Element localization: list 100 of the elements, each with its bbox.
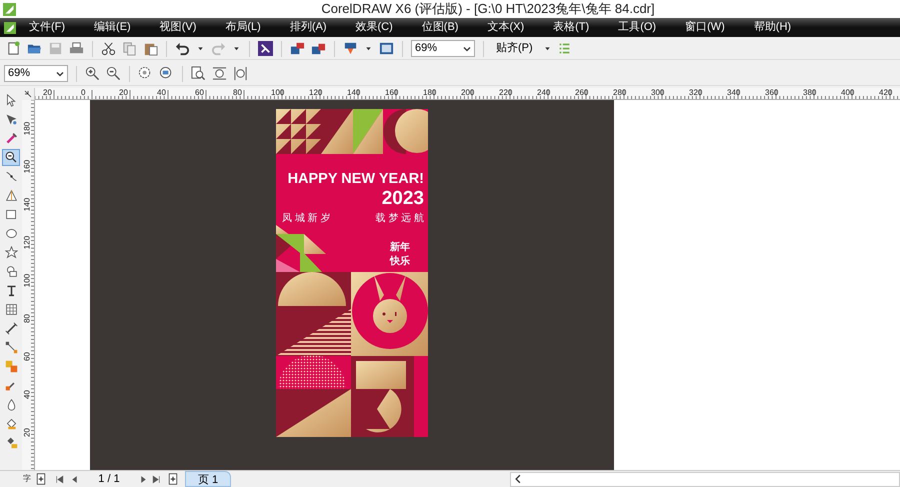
next-page-icon[interactable] xyxy=(139,474,148,484)
zoom-all-icon[interactable] xyxy=(159,66,174,81)
menu-item[interactable]: 布局(L) xyxy=(222,19,264,36)
text-tool-icon xyxy=(4,284,18,297)
scroll-left-icon[interactable] xyxy=(513,474,523,484)
ellipse-tool-icon xyxy=(4,227,18,240)
poster-greeting: 新年 xyxy=(390,242,410,253)
menu-item[interactable]: 排列(A) xyxy=(286,19,330,36)
ruler-label: 160 xyxy=(384,88,398,97)
zoom-width-icon[interactable] xyxy=(212,66,227,81)
tool-button[interactable] xyxy=(2,149,20,166)
ruler-label: 80 xyxy=(22,313,32,325)
add-page-icon[interactable] xyxy=(35,473,47,485)
ruler-label: 120 xyxy=(22,234,32,252)
ruler-label: 20 xyxy=(42,88,52,97)
first-page-icon[interactable] xyxy=(55,474,64,484)
shapes-tool-icon xyxy=(4,265,18,278)
last-page-icon[interactable] xyxy=(152,474,161,484)
menu-item[interactable]: 文本(X) xyxy=(484,19,528,36)
ruler-label: 400 xyxy=(840,88,854,97)
menu-item[interactable]: 帮助(H) xyxy=(750,19,794,36)
poster-greeting: 快乐 xyxy=(390,256,410,267)
horizontal-scrollbar[interactable] xyxy=(510,472,900,486)
window-title: CorelDRAW X6 (评估版) - [G:\0 HT\2023兔年\兔年 84.cdr] xyxy=(320,0,656,18)
menu-item[interactable]: 工具(O) xyxy=(615,19,660,36)
ruler-label: 40 xyxy=(156,88,166,97)
menu-item[interactable]: 文件(F) xyxy=(26,19,68,36)
scissors-icon[interactable] xyxy=(101,41,116,56)
ruler-label: 80 xyxy=(232,88,242,97)
blend-tool-icon xyxy=(4,360,18,373)
poster-headline: HAPPY NEW YEAR! xyxy=(288,171,424,187)
previous-page-icon[interactable] xyxy=(70,474,79,484)
menu-item[interactable]: 编辑(E) xyxy=(91,19,134,36)
ruler-label: 260 xyxy=(574,88,588,97)
print-icon[interactable] xyxy=(69,41,84,56)
ruler-origin-icon[interactable] xyxy=(24,90,32,98)
ruler-label: 100 xyxy=(22,272,32,290)
dropdown-caret-icon xyxy=(56,70,64,78)
import-icon[interactable] xyxy=(290,41,305,56)
pointer-tool-icon xyxy=(4,94,18,107)
ruler-label: 240 xyxy=(536,88,550,97)
paste-icon[interactable] xyxy=(143,41,158,56)
ruler-label: 320 xyxy=(688,88,702,97)
dimension-tool-icon xyxy=(4,322,18,335)
ruler-label: 0 xyxy=(80,88,86,97)
new-document-icon[interactable] xyxy=(6,41,21,56)
export-icon[interactable] xyxy=(311,41,326,56)
units-label: 字 xyxy=(22,473,32,485)
zoom-out-icon[interactable] xyxy=(106,66,121,81)
star-tool-icon xyxy=(4,246,18,259)
zoom-in-icon[interactable] xyxy=(85,66,100,81)
application-launcher-icon[interactable] xyxy=(258,41,273,56)
triangle-tool-icon xyxy=(4,189,18,202)
ruler-label: 340 xyxy=(726,88,740,97)
smear-tool-icon xyxy=(4,132,18,145)
ruler-label: 180 xyxy=(422,88,436,97)
ruler-label: 180 xyxy=(22,120,32,138)
app-logo-icon xyxy=(4,22,16,34)
add-page-icon[interactable] xyxy=(167,473,179,485)
menu-item[interactable]: 窗口(W) xyxy=(682,19,728,36)
tool-button[interactable] xyxy=(2,244,20,261)
table-tool-icon xyxy=(4,303,18,316)
zoom-height-icon[interactable] xyxy=(233,66,248,81)
ruler-label: 380 xyxy=(802,88,816,97)
menu-item[interactable]: 位图(B) xyxy=(418,19,462,36)
ruler-label: 60 xyxy=(194,88,204,97)
ruler-label: 280 xyxy=(612,88,626,97)
app-logo-icon xyxy=(3,2,16,16)
zoom-dropdown[interactable]: 69% xyxy=(4,65,68,82)
ruler-label: 140 xyxy=(22,196,32,214)
rectangle-tool-icon xyxy=(4,208,18,221)
ruler-label: 100 xyxy=(270,88,284,97)
ruler-label: 20 xyxy=(22,427,32,439)
zoom-page-icon[interactable] xyxy=(191,66,206,81)
zoom-value: 69% xyxy=(415,41,438,56)
menu-item[interactable]: 效果(C) xyxy=(352,19,396,36)
dropdown-caret-icon xyxy=(463,44,471,52)
ruler-label: 300 xyxy=(650,88,664,97)
menu-item[interactable]: 视图(V) xyxy=(156,19,200,36)
interactive-fill-tool-icon xyxy=(4,436,18,449)
connector-tool-icon xyxy=(4,341,18,354)
page-tab[interactable]: 页 1 xyxy=(185,471,232,487)
ruler-label: 420 xyxy=(878,88,892,97)
zoom-tool-icon xyxy=(4,151,18,164)
zoom-dropdown[interactable]: 69% xyxy=(411,40,475,57)
ruler-label: 200 xyxy=(460,88,474,97)
menu-item[interactable]: 表格(T) xyxy=(550,19,592,36)
poster-tagline: 载 梦 远 航 xyxy=(376,213,424,224)
curve-tool-icon xyxy=(4,170,18,183)
undo-icon[interactable] xyxy=(175,41,190,56)
shape-tool-icon xyxy=(4,113,18,126)
welcome-screen-icon[interactable] xyxy=(379,41,394,56)
ruler-label: 140 xyxy=(346,88,360,97)
zoom-selected-icon[interactable] xyxy=(138,66,153,81)
publish-icon[interactable] xyxy=(343,41,358,56)
ruler-label: 20 xyxy=(118,88,128,97)
ruler-label: 360 xyxy=(764,88,778,97)
page-counter: 1 / 1 xyxy=(97,472,121,487)
snap-button[interactable]: 贴齐(P) xyxy=(492,40,537,57)
ruler-label: 160 xyxy=(22,158,32,176)
